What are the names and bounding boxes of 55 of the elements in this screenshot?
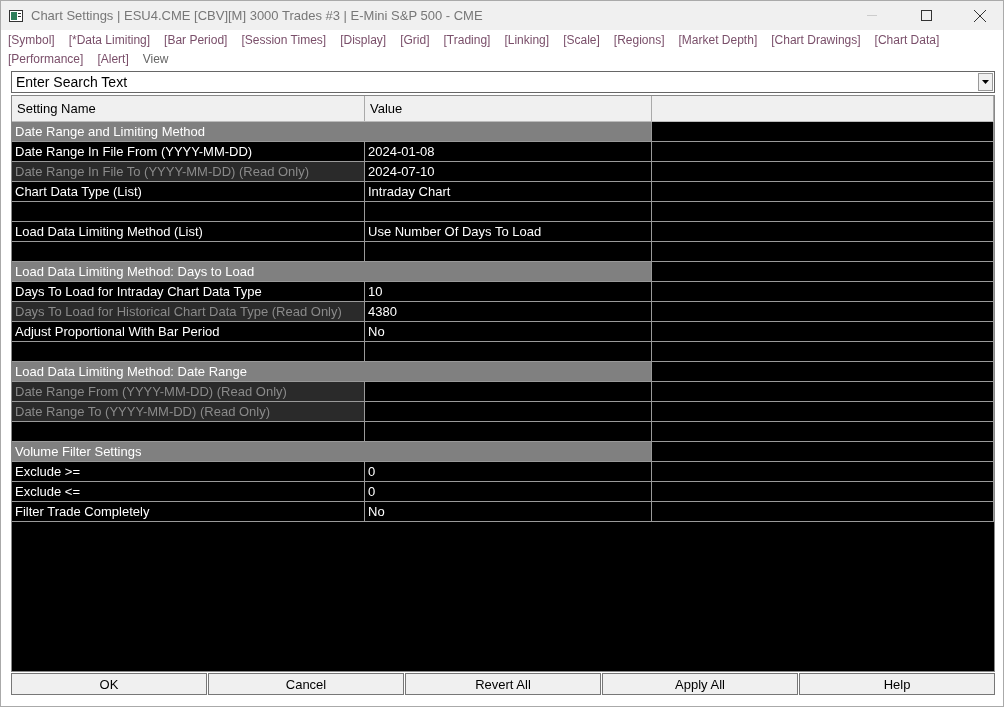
setting-value[interactable]: 2024-07-10 <box>365 162 652 181</box>
dialog-button[interactable]: OK <box>11 673 207 695</box>
caret-icon[interactable] <box>982 80 989 84</box>
setting-value[interactable]: Use Number Of Days To Load <box>365 222 652 241</box>
setting-name[interactable]: Exclude >= <box>12 462 365 481</box>
window-title: Chart Settings | ESU4.CME [CBV][M] 3000 Trades #3 | E-Mini S&P 500 - CME <box>31 8 484 23</box>
settings-tab[interactable]: [*Data Limiting] <box>68 32 151 49</box>
setting-value[interactable]: No <box>365 322 652 341</box>
settings-tab[interactable]: [Grid] <box>400 32 430 49</box>
setting-name[interactable]: Chart Data Type (List) <box>12 182 365 201</box>
dialog-button[interactable]: Cancel <box>208 673 404 695</box>
settings-tab[interactable]: [Market Depth] <box>678 32 758 49</box>
column-header: Setting Name <box>12 96 365 121</box>
setting-name[interactable]: Load Data Limiting Method (List) <box>12 222 365 241</box>
maximize-icon[interactable] <box>920 10 932 21</box>
section-header: Volume Filter Settings <box>12 442 652 461</box>
setting-name[interactable]: Date Range To (YYYY-MM-DD) (Read Only) <box>12 402 365 421</box>
section-header: Load Data Limiting Method: Days to Load <box>12 262 652 281</box>
settings-tab[interactable]: [Chart Data] <box>874 32 940 49</box>
settings-tab[interactable]: [Display] <box>340 32 387 49</box>
settings-tab[interactable]: [Scale] <box>563 32 600 49</box>
settings-tab[interactable]: [Trading] <box>443 32 491 49</box>
setting-value[interactable]: 10 <box>365 282 652 301</box>
section-header: Date Range and Limiting Method <box>12 122 652 141</box>
setting-name[interactable]: Exclude <= <box>12 482 365 501</box>
setting-name[interactable]: Date Range In File To (YYYY-MM-DD) (Read Only) <box>12 162 365 181</box>
app-icon <box>9 9 23 22</box>
dialog-button[interactable]: Revert All <box>405 673 601 695</box>
settings-tab[interactable]: [Symbol] <box>8 32 55 49</box>
setting-name[interactable]: Days To Load for Intraday Chart Data Type <box>12 282 365 301</box>
setting-value[interactable]: Intraday Chart <box>365 182 652 201</box>
settings-tab[interactable]: [Chart Drawings] <box>771 32 861 49</box>
setting-value[interactable]: 4380 <box>365 302 652 321</box>
setting-name[interactable]: Date Range From (YYYY-MM-DD) (Read Only) <box>12 382 365 401</box>
section-header: Load Data Limiting Method: Date Range <box>12 362 652 381</box>
setting-value[interactable]: 2024-01-08 <box>365 142 652 161</box>
setting-name[interactable]: Adjust Proportional With Bar Period <box>12 322 365 341</box>
settings-tab[interactable]: [Regions] <box>613 32 665 49</box>
dropdown-button[interactable] <box>978 73 993 91</box>
settings-tab[interactable]: [Alert] <box>97 51 129 68</box>
settings-tab[interactable]: [Session Times] <box>241 32 327 49</box>
settings-tab[interactable]: [Bar Period] <box>164 32 228 49</box>
setting-name[interactable]: Date Range In File From (YYYY-MM-DD) <box>12 142 365 161</box>
setting-value[interactable]: 0 <box>365 462 652 481</box>
close-icon[interactable] <box>974 9 986 22</box>
settings-tab[interactable]: [Performance] <box>8 51 84 68</box>
setting-name[interactable]: Filter Trade Completely <box>12 502 365 521</box>
setting-value[interactable]: No <box>365 502 652 521</box>
menu-item[interactable]: View <box>142 51 169 68</box>
setting-value[interactable]: 0 <box>365 482 652 501</box>
dialog-button[interactable]: Apply All <box>602 673 798 695</box>
settings-tab[interactable]: [Linking] <box>504 32 550 49</box>
dialog-button[interactable]: Help <box>799 673 995 695</box>
setting-name[interactable]: Days To Load for Historical Chart Data Type (Read Only) <box>12 302 365 321</box>
column-header: Value <box>365 96 652 121</box>
